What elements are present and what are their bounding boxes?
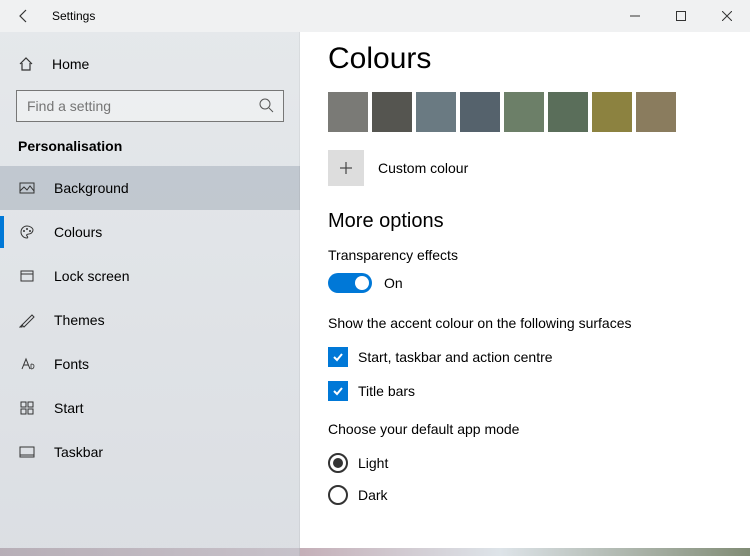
colour-swatch[interactable] xyxy=(592,92,632,132)
sidebar-item-label: Taskbar xyxy=(54,444,103,460)
search-input[interactable] xyxy=(16,90,284,122)
checkbox-label: Title bars xyxy=(358,383,415,399)
taskbar-icon xyxy=(18,444,36,460)
checkbox-label: Start, taskbar and action centre xyxy=(358,349,553,365)
transparency-label: Transparency effects xyxy=(328,247,722,263)
colour-swatch[interactable] xyxy=(328,92,368,132)
accent-surfaces-label: Show the accent colour on the following … xyxy=(328,315,722,331)
sidebar-item-label: Lock screen xyxy=(54,268,129,284)
sidebar-item-themes[interactable]: Themes xyxy=(0,298,300,342)
start-icon xyxy=(18,400,36,416)
titlebar: Settings xyxy=(0,0,750,32)
sidebar-home-label: Home xyxy=(52,56,89,72)
checkbox-start-taskbar[interactable] xyxy=(328,347,348,367)
radio-label: Light xyxy=(358,455,388,471)
colour-swatch[interactable] xyxy=(504,92,544,132)
lockscreen-icon xyxy=(18,268,36,284)
themes-icon xyxy=(18,312,36,328)
sidebar-home[interactable]: Home xyxy=(0,42,300,86)
main-content: Colours Custom colour More options Trans… xyxy=(300,32,750,556)
sidebar-category: Personalisation xyxy=(0,132,300,166)
radio-dark[interactable] xyxy=(328,485,348,505)
palette-icon xyxy=(18,224,36,240)
close-button[interactable] xyxy=(704,0,750,32)
sidebar-item-label: Start xyxy=(54,400,84,416)
search-icon xyxy=(258,97,274,113)
sidebar-item-fonts[interactable]: Fonts xyxy=(0,342,300,386)
more-options-heading: More options xyxy=(328,210,722,233)
sidebar-item-label: Background xyxy=(54,180,129,196)
colour-swatch[interactable] xyxy=(636,92,676,132)
sidebar-item-label: Colours xyxy=(54,224,102,240)
custom-colour-button[interactable] xyxy=(328,150,364,186)
colour-swatch[interactable] xyxy=(548,92,588,132)
fonts-icon xyxy=(18,356,36,372)
transparency-state: On xyxy=(384,275,403,291)
transparency-toggle[interactable] xyxy=(328,273,372,293)
sidebar-item-label: Fonts xyxy=(54,356,89,372)
sidebar-item-taskbar[interactable]: Taskbar xyxy=(0,430,300,474)
sidebar-item-lockscreen[interactable]: Lock screen xyxy=(0,254,300,298)
sidebar-item-background[interactable]: Background xyxy=(0,166,300,210)
colour-swatch[interactable] xyxy=(460,92,500,132)
colour-swatch[interactable] xyxy=(372,92,412,132)
page-title: Colours xyxy=(328,42,722,76)
checkbox-titlebars[interactable] xyxy=(328,381,348,401)
radio-label: Dark xyxy=(358,487,388,503)
sidebar-item-label: Themes xyxy=(54,312,105,328)
sidebar-item-colours[interactable]: Colours xyxy=(0,210,300,254)
maximize-button[interactable] xyxy=(658,0,704,32)
app-mode-label: Choose your default app mode xyxy=(328,421,722,437)
colour-swatches xyxy=(328,92,722,132)
picture-icon xyxy=(18,180,36,196)
home-icon xyxy=(18,56,34,72)
colour-swatch[interactable] xyxy=(416,92,456,132)
sidebar-item-start[interactable]: Start xyxy=(0,386,300,430)
back-button[interactable] xyxy=(0,0,48,32)
window-title: Settings xyxy=(48,9,95,23)
minimize-button[interactable] xyxy=(612,0,658,32)
custom-colour-label: Custom colour xyxy=(378,160,468,176)
radio-light[interactable] xyxy=(328,453,348,473)
sidebar: Home Personalisation Background Colours xyxy=(0,32,300,556)
